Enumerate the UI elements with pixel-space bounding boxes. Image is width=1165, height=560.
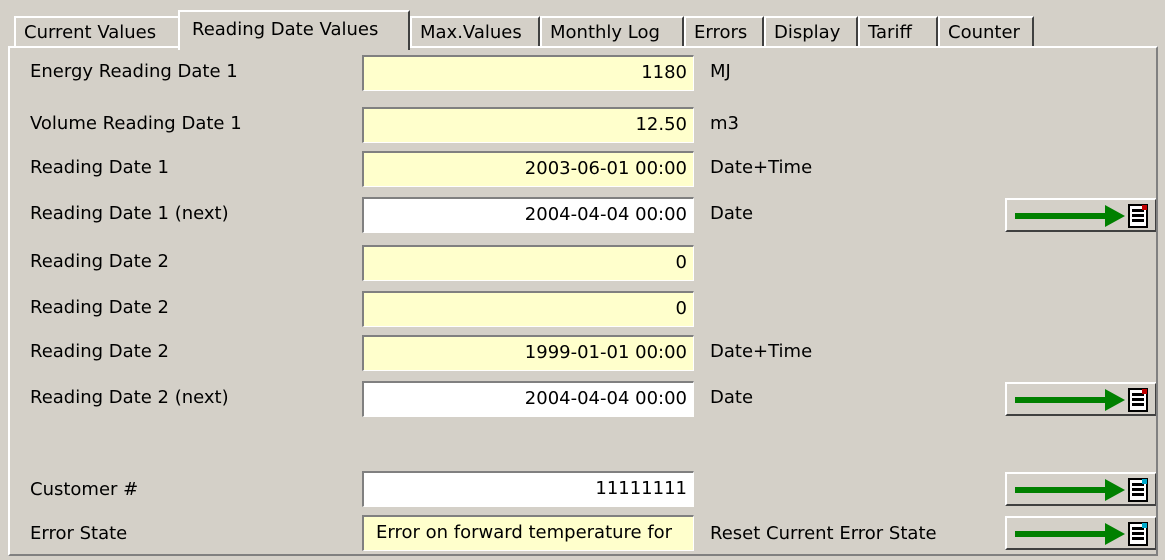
tab-label: Counter: [948, 22, 1020, 43]
tab-max-values[interactable]: Max.Values: [410, 16, 540, 48]
tab-strip: Current Values Reading Date Values Max.V…: [12, 10, 1157, 50]
tab-errors[interactable]: Errors: [684, 16, 764, 48]
tab-reading-date-values[interactable]: Reading Date Values: [178, 10, 410, 50]
tab-label: Tariff: [868, 22, 912, 43]
tab-counter[interactable]: Counter: [938, 16, 1034, 48]
tab-label: Monthly Log: [550, 22, 660, 43]
tab-label: Errors: [694, 22, 748, 43]
tab-label: Current Values: [24, 22, 157, 43]
tab-label: Max.Values: [420, 22, 522, 43]
tab-panel: [8, 46, 1158, 556]
tab-current-values[interactable]: Current Values: [14, 16, 180, 48]
tab-display[interactable]: Display: [764, 16, 858, 48]
tab-label: Display: [774, 22, 841, 43]
tab-tariff[interactable]: Tariff: [858, 16, 938, 48]
tab-label: Reading Date Values: [192, 19, 379, 40]
tab-monthly-log[interactable]: Monthly Log: [540, 16, 684, 48]
